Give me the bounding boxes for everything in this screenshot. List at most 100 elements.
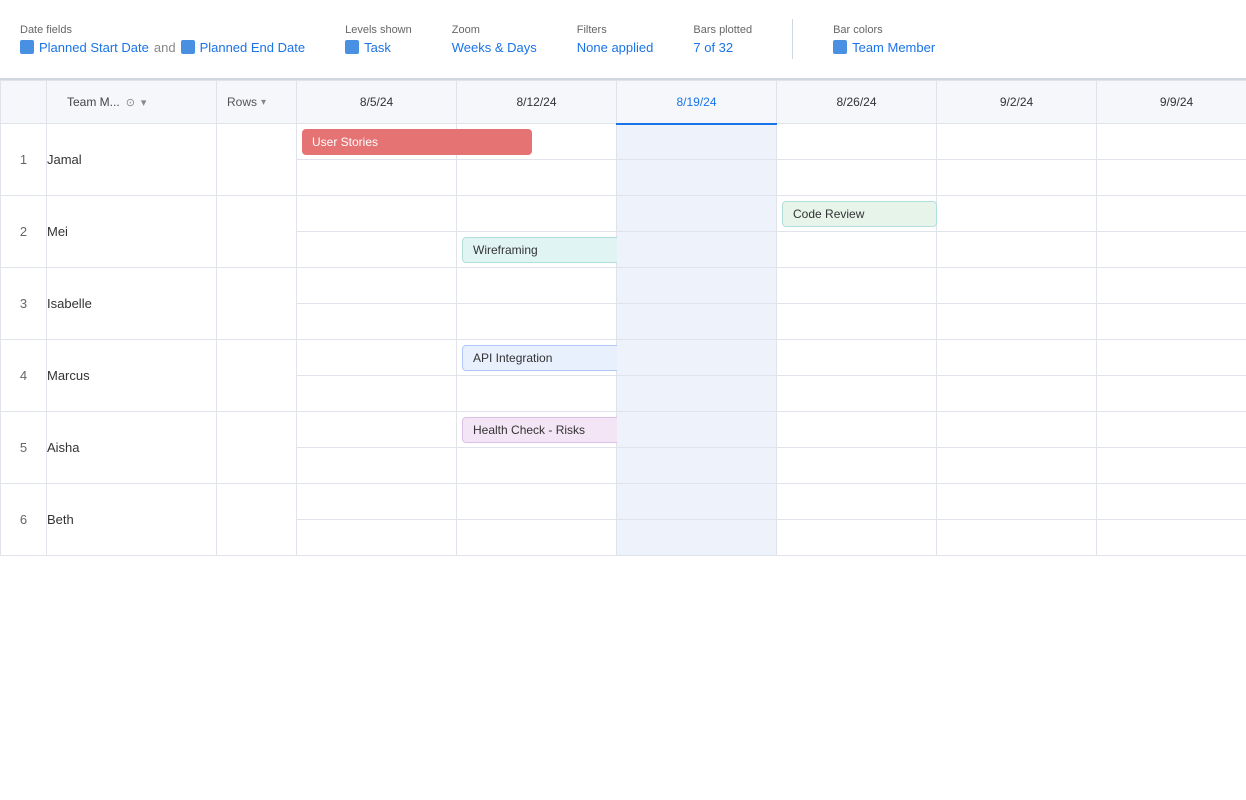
- colors-label: Bar colors: [833, 24, 935, 36]
- planned-end-icon: [181, 40, 195, 54]
- row-num-4: 4: [1, 340, 47, 412]
- zoom-section: Zoom Weeks & Days: [452, 24, 537, 55]
- date-cell-r2-c3-row1: [777, 268, 937, 304]
- row-name-jamal: Jamal: [47, 124, 217, 196]
- rows-control-3: [217, 340, 297, 412]
- date-cell-r5-c2-row1: [617, 484, 777, 520]
- rows-control-2: [217, 268, 297, 340]
- row-num-6: 6: [1, 484, 47, 556]
- row-name-beth: Beth: [47, 484, 217, 556]
- row-name-aisha: Aisha: [47, 412, 217, 484]
- levels-section: Levels shown Task: [345, 24, 412, 55]
- dropdown-icon[interactable]: ▾: [141, 96, 147, 109]
- date-cell-r5-c4-row2: [937, 520, 1097, 556]
- planned-start-text[interactable]: Planned Start Date: [39, 40, 149, 55]
- header-bar: Date fields Planned Start Date and Plann…: [0, 0, 1246, 80]
- colors-value[interactable]: Team Member: [852, 40, 935, 55]
- row-name-marcus: Marcus: [47, 340, 217, 412]
- date-cell-r0-c2-row2: [617, 160, 777, 196]
- date-cell-r4-c4-row1: [937, 412, 1097, 448]
- date-cell-r0-c1-row2: [457, 160, 617, 196]
- date-cell-r1-c0-row2: [297, 232, 457, 268]
- levels-icon: [345, 40, 359, 54]
- rows-control-1: [217, 196, 297, 268]
- date-cell-r3-c5-row1: [1097, 340, 1246, 376]
- th-date-5: 9/9/24: [1097, 81, 1246, 124]
- bars-value[interactable]: 7 of 32: [693, 40, 733, 55]
- date-cell-r1-c5-row1: [1097, 196, 1246, 232]
- date-cell-r5-c1-row2: [457, 520, 617, 556]
- rows-control-5: [217, 484, 297, 556]
- filters-label: Filters: [577, 24, 654, 36]
- date-cell-r5-c1-row1: [457, 484, 617, 520]
- date-cell-r4-c5-row2: [1097, 448, 1246, 484]
- date-cell-r1-c1-row1: [457, 196, 617, 232]
- date-cell-r5-c3-row1: [777, 484, 937, 520]
- date-cell-r2-c0-row2: [297, 304, 457, 340]
- date-cell-r3-c2-row2: [617, 376, 777, 412]
- row-num-1: 1: [1, 124, 47, 196]
- row-num-2: 2: [1, 196, 47, 268]
- date-cell-r4-c0-row1: [297, 412, 457, 448]
- date-cell-r1-c1-row2: Wireframing: [457, 232, 617, 268]
- date-cell-r1-c4-row1: [937, 196, 1097, 232]
- date-cell-r3-c3-row1: [777, 340, 937, 376]
- date-cell-r3-c0-row1: [297, 340, 457, 376]
- date-cell-r4-c4-row2: [937, 448, 1097, 484]
- colors-icon: [833, 40, 847, 54]
- date-cell-r0-c4-row2: [937, 160, 1097, 196]
- date-cell-r2-c0-row1: [297, 268, 457, 304]
- date-cell-r2-c3-row2: [777, 304, 937, 340]
- row-name-mei: Mei: [47, 196, 217, 268]
- levels-label: Levels shown: [345, 24, 412, 36]
- rows-label: Rows: [227, 95, 257, 109]
- zoom-value[interactable]: Weeks & Days: [452, 40, 537, 55]
- planned-end-text[interactable]: Planned End Date: [200, 40, 306, 55]
- planned-start-icon: [20, 40, 34, 54]
- date-cell-r1-c4-row2: [937, 232, 1097, 268]
- date-cell-r2-c2-row1: [617, 268, 777, 304]
- filters-section: Filters None applied: [577, 24, 654, 55]
- zoom-label: Zoom: [452, 24, 537, 36]
- date-cell-r0-c4-row1: [937, 124, 1097, 160]
- date-cell-r2-c4-row1: [937, 268, 1097, 304]
- date-cell-r0-c1-row1: [457, 124, 617, 160]
- date-cell-r2-c4-row2: [937, 304, 1097, 340]
- date-cell-r4-c2-row2: [617, 448, 777, 484]
- gantt-table: Team M... ⊙ ▾ Rows ▾ 8/5/24 8/12/24 8/19…: [0, 80, 1246, 556]
- date-cell-r5-c5-row1: [1097, 484, 1246, 520]
- rows-dropdown-icon[interactable]: ▾: [261, 97, 266, 108]
- th-num: [1, 81, 47, 124]
- date-cell-r2-c1-row2: [457, 304, 617, 340]
- date-cell-r3-c1-row2: [457, 376, 617, 412]
- sort-icon[interactable]: ⊙: [126, 96, 135, 109]
- rows-control-4: [217, 412, 297, 484]
- date-cell-r4-c3-row2: [777, 448, 937, 484]
- date-cell-r5-c3-row2: [777, 520, 937, 556]
- date-cell-r2-c5-row2: [1097, 304, 1246, 340]
- date-cell-r0-c5-row2: [1097, 160, 1246, 196]
- date-cell-r1-c2-row2: [617, 232, 777, 268]
- levels-value[interactable]: Task: [364, 40, 391, 55]
- date-cell-r5-c5-row2: [1097, 520, 1246, 556]
- date-fields-section: Date fields Planned Start Date and Plann…: [20, 24, 305, 55]
- date-cell-r3-c2-row1: [617, 340, 777, 376]
- gantt-container: Team M... ⊙ ▾ Rows ▾ 8/5/24 8/12/24 8/19…: [0, 80, 1246, 556]
- row-num-3: 3: [1, 268, 47, 340]
- th-date-0: 8/5/24: [297, 81, 457, 124]
- task-bar-code-review[interactable]: Code Review: [782, 201, 937, 227]
- date-cell-r1-c0-row1: [297, 196, 457, 232]
- date-cell-r1-c3-row1: Code Review: [777, 196, 937, 232]
- and-text: and: [154, 40, 176, 55]
- date-cell-r2-c2-row2: [617, 304, 777, 340]
- date-cell-r0-c2-row1: [617, 124, 777, 160]
- date-cell-r0-c0-row2: [297, 160, 457, 196]
- date-cell-r2-c1-row1: [457, 268, 617, 304]
- filters-value[interactable]: None applied: [577, 40, 654, 55]
- date-cell-r5-c0-row2: [297, 520, 457, 556]
- date-cell-r0-c3-row1: [777, 124, 937, 160]
- th-date-4: 9/2/24: [937, 81, 1097, 124]
- date-cell-r4-c2-row1: [617, 412, 777, 448]
- date-cell-r3-c1-row1: API Integration: [457, 340, 617, 376]
- row-name-isabelle: Isabelle: [47, 268, 217, 340]
